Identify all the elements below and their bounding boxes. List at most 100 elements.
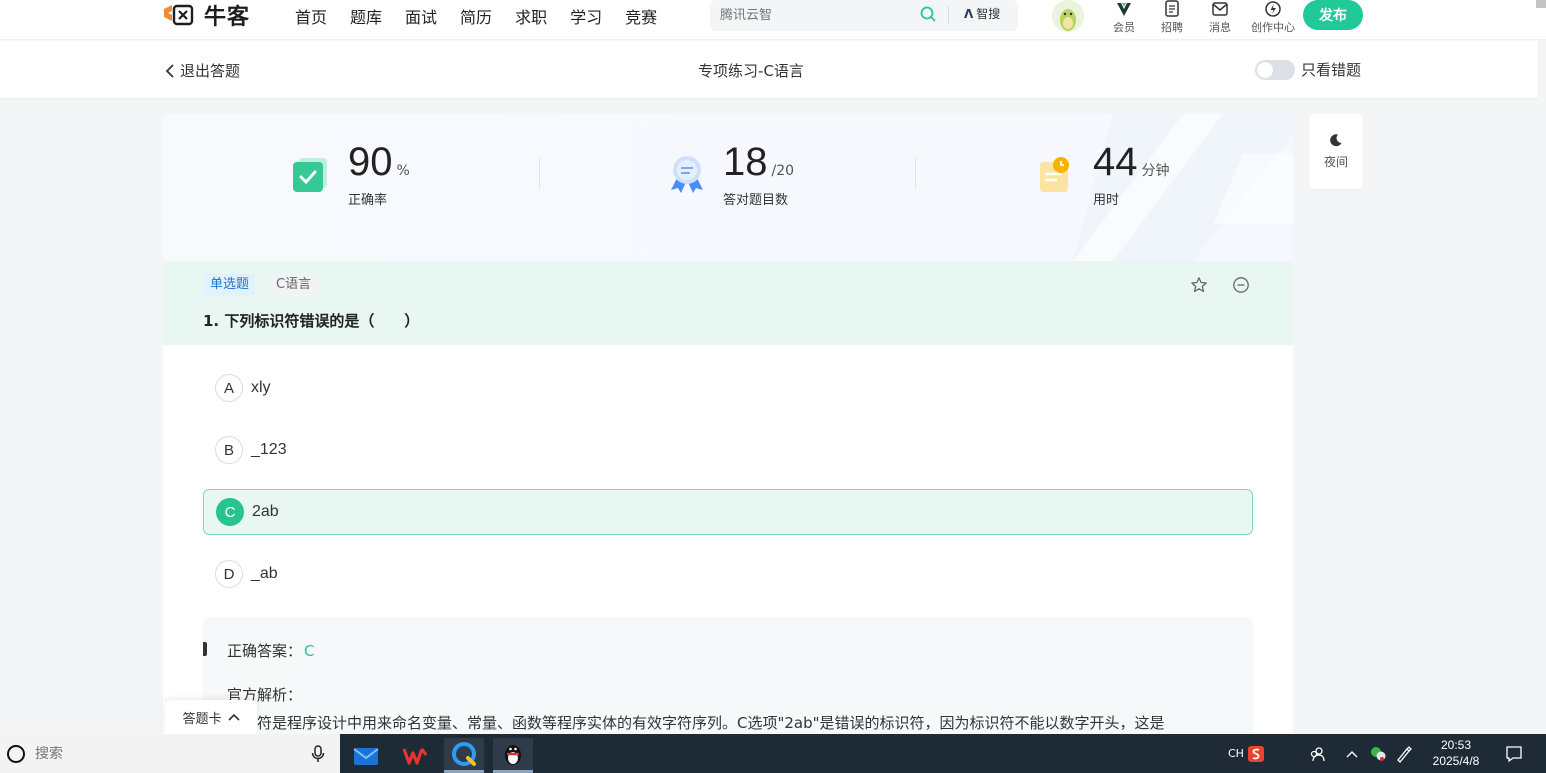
- toggle-switch[interactable]: [1255, 59, 1295, 80]
- vip-label: 会员: [1113, 21, 1135, 34]
- nav-links: 首页 题库 面试 简历 求职 学习 竞赛: [295, 4, 657, 28]
- option-text: 2ab: [252, 503, 279, 520]
- sogou-icon[interactable]: [1248, 734, 1264, 773]
- option-letter: B: [215, 436, 243, 464]
- award-icon: [667, 154, 707, 194]
- publish-button[interactable]: 发布: [1303, 0, 1363, 30]
- messages-label: 消息: [1209, 21, 1231, 34]
- nav-link-contest[interactable]: 竞赛: [625, 4, 657, 28]
- taskbar-browser-app[interactable]: [444, 738, 484, 773]
- zhisou-icon: Λ: [964, 6, 974, 21]
- pen-icon[interactable]: [1395, 734, 1413, 773]
- nav-link-interview[interactable]: 面试: [405, 4, 437, 28]
- taskbar-mail-app[interactable]: [346, 738, 386, 773]
- zhisou-label: 智搜: [976, 7, 1001, 21]
- option-a[interactable]: A xly: [203, 365, 1253, 411]
- clock-icon: [1037, 154, 1077, 194]
- logo-text: 牛客: [204, 5, 251, 30]
- wrong-only-toggle[interactable]: 只看错题: [1255, 59, 1361, 80]
- clock-date: 2025/4/8: [1432, 754, 1480, 768]
- correct-answer-label: 正确答案：: [227, 642, 303, 660]
- taskbar-qq-app[interactable]: [493, 738, 533, 773]
- correct-count-value: 18: [723, 140, 768, 184]
- mail-icon: [1212, 2, 1228, 16]
- accuracy-stat: 90% 正确率: [348, 142, 410, 212]
- search-bar: Λ 智搜: [710, 0, 1018, 31]
- option-d[interactable]: D _ab: [203, 551, 1253, 597]
- start-circle-icon: [7, 744, 25, 763]
- accuracy-unit: %: [396, 163, 410, 179]
- time-label: 用时: [1093, 193, 1120, 208]
- taskbar-wps-app[interactable]: [395, 738, 435, 773]
- recruit-icon: [1165, 0, 1179, 17]
- tray-chevron-up-icon[interactable]: [1346, 734, 1358, 773]
- zhisou-button[interactable]: Λ 智搜: [964, 5, 1000, 22]
- os-taskbar: CH 20:53 2025/4/8: [0, 734, 1546, 773]
- ime-indicator[interactable]: CH: [1228, 734, 1244, 773]
- chevron-up-icon: [227, 713, 240, 721]
- stats-panel: 90% 正确率 18/20 答对题目数 44 分钟 用时: [163, 114, 1293, 261]
- option-c[interactable]: C 2ab: [203, 489, 1253, 535]
- option-text: xly: [251, 379, 271, 396]
- moon-icon: [1330, 134, 1342, 147]
- favorite-star-icon[interactable]: [1190, 276, 1208, 294]
- microphone-icon[interactable]: [310, 745, 326, 763]
- time-stat: 44 分钟 用时: [1093, 142, 1170, 212]
- notification-icon[interactable]: [1505, 734, 1523, 773]
- night-mode-button[interactable]: 夜间: [1309, 114, 1363, 189]
- logo[interactable]: 牛客: [162, 2, 251, 30]
- mail-app-icon: [353, 747, 379, 765]
- nav-link-learn[interactable]: 学习: [570, 4, 602, 28]
- recruit-label: 招聘: [1161, 21, 1183, 34]
- logo-icon: [162, 3, 198, 27]
- correct-count-label: 答对题目数: [723, 193, 789, 208]
- taskbar-search[interactable]: [0, 734, 340, 773]
- night-mode-label: 夜间: [1323, 155, 1348, 169]
- nav-link-resume[interactable]: 简历: [460, 4, 492, 28]
- stat-divider: [539, 157, 540, 189]
- option-letter: A: [215, 374, 243, 402]
- browser-icon: [452, 742, 476, 766]
- taskbar-search-input[interactable]: [35, 745, 295, 762]
- option-letter: C: [216, 498, 244, 526]
- search-input[interactable]: [720, 4, 910, 26]
- answer-card-button[interactable]: 答题卡: [165, 700, 257, 734]
- question-topic-tag: C语言: [269, 274, 319, 296]
- clock-time: 20:53: [1440, 738, 1472, 752]
- scrollbar-thumb[interactable]: [1536, 0, 1546, 8]
- messages-button[interactable]: 消息: [1196, 0, 1244, 35]
- system-clock[interactable]: 20:53 2025/4/8: [1425, 737, 1487, 769]
- nav-link-home[interactable]: 首页: [295, 4, 327, 28]
- avatar[interactable]: [1052, 0, 1084, 32]
- option-letter: D: [215, 560, 243, 588]
- people-icon[interactable]: [1309, 734, 1325, 773]
- accuracy-label: 正确率: [348, 193, 388, 208]
- wechat-tray-icon[interactable]: [1370, 734, 1386, 773]
- vip-icon: [1117, 3, 1131, 16]
- answer-marker: [203, 642, 207, 656]
- recruit-button[interactable]: 招聘: [1148, 0, 1196, 35]
- question-header: 单选题 C语言 1. 下列标识符错误的是（ ）: [163, 261, 1293, 345]
- nav-link-jobs[interactable]: 求职: [515, 4, 547, 28]
- collapse-minus-icon[interactable]: [1232, 276, 1250, 294]
- nav-link-question-bank[interactable]: 题库: [350, 4, 382, 28]
- wps-icon: [402, 747, 428, 765]
- question-text: 1. 下列标识符错误的是（ ）: [203, 312, 420, 330]
- option-text: _123: [251, 441, 287, 458]
- time-unit: 分钟: [1141, 163, 1170, 179]
- qq-penguin-icon: [505, 745, 521, 765]
- search-icon[interactable]: [920, 6, 936, 22]
- option-text: _ab: [251, 565, 278, 582]
- accuracy-icon: [291, 154, 331, 194]
- stat-divider: [915, 157, 916, 189]
- correct-answer: 正确答案： C: [227, 640, 315, 661]
- nav-icons: 会员 招聘 消息 创作中心: [1100, 0, 1302, 35]
- vip-button[interactable]: 会员: [1100, 0, 1148, 35]
- creator-label: 创作中心: [1251, 21, 1295, 34]
- result-card: 90% 正确率 18/20 答对题目数 44 分钟 用时 单选题 C语言 1. 下…: [163, 114, 1293, 744]
- ime-text: CH: [1228, 747, 1244, 760]
- correct-count-stat: 18/20 答对题目数: [723, 142, 794, 212]
- answer-panel: 正确答案： C 官方解析： 符是程序设计中用来命名变量、常量、函数等程序实体的有效…: [203, 617, 1253, 744]
- creator-center-button[interactable]: 创作中心: [1244, 0, 1302, 35]
- option-b[interactable]: B _123: [203, 427, 1253, 473]
